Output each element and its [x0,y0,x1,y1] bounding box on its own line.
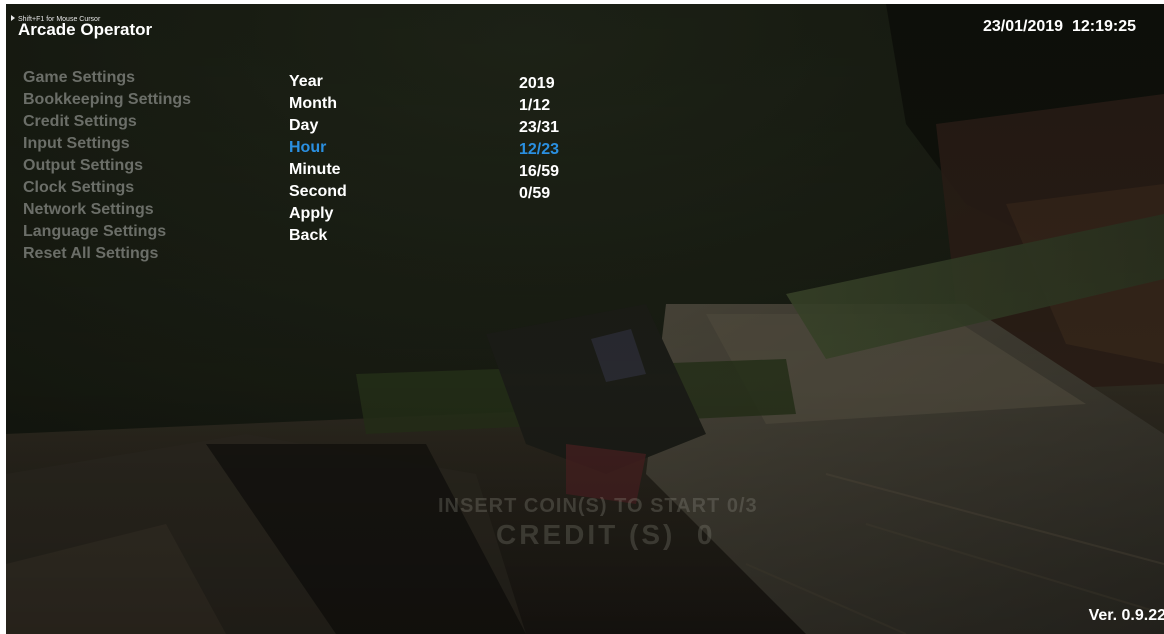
clock-value-list: 2019 1/12 23/31 12/23 16/59 0/59 [519,73,559,205]
option-year[interactable]: Year [289,71,347,93]
option-month[interactable]: Month [289,93,347,115]
back-button[interactable]: Back [289,225,347,247]
clock-option-list: Year Month Day Hour Minute Second Apply … [289,71,347,247]
mouse-hint-text: Shift+F1 for Mouse Cursor [18,16,101,23]
menu-item-game-settings[interactable]: Game Settings [23,67,191,89]
insert-coin-text: INSERT COIN(S) TO START 0/3 [438,495,758,517]
value-day: 23/31 [519,119,560,136]
option-day[interactable]: Day [289,115,347,137]
value-month: 1/12 [519,97,551,114]
value-hour: 12/23 [519,141,560,158]
page-title: Arcade Operator [18,20,153,39]
value-year: 2019 [519,75,555,92]
play-triangle-icon [11,15,15,21]
mouse-cursor-hint: Shift+F1 for Mouse Cursor [11,15,100,23]
menu-item-bookkeeping-settings[interactable]: Bookkeeping Settings [23,89,191,111]
credit-counter: CREDIT (S) 0 [496,519,716,550]
menu-item-input-settings[interactable]: Input Settings [23,133,191,155]
menu-item-language-settings[interactable]: Language Settings [23,221,191,243]
menu-item-output-settings[interactable]: Output Settings [23,155,191,177]
option-second[interactable]: Second [289,181,347,203]
clock-datetime: 23/01/2019 12:19:25 [982,18,1136,35]
version-label: Ver. 0.9.22 [1088,607,1164,624]
option-hour[interactable]: Hour [289,137,347,159]
value-minute: 16/59 [519,163,560,180]
menu-item-clock-settings[interactable]: Clock Settings [23,177,191,199]
apply-button[interactable]: Apply [289,203,347,225]
menu-item-reset-all-settings[interactable]: Reset All Settings [23,243,191,265]
menu-item-network-settings[interactable]: Network Settings [23,199,191,221]
settings-category-menu: Game Settings Bookkeeping Settings Credi… [23,67,191,265]
menu-item-credit-settings[interactable]: Credit Settings [23,111,191,133]
game-screen: Shift+F1 for Mouse Cursor Arcade Operato… [6,4,1164,634]
option-minute[interactable]: Minute [289,159,347,181]
value-second: 0/59 [519,185,551,202]
